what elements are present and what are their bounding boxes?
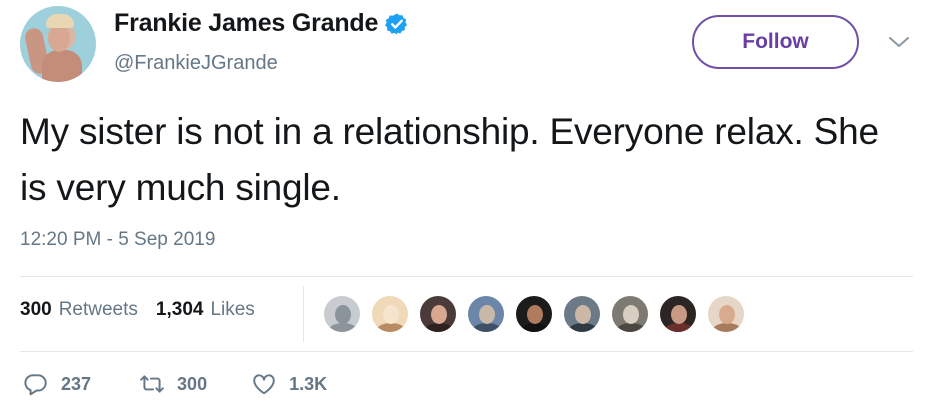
liker-avatar-shoulders (520, 323, 550, 332)
liker-avatar[interactable] (562, 294, 602, 334)
retweets-label[interactable]: Retweets (59, 299, 138, 321)
retweet-button[interactable]: 300 (139, 371, 207, 397)
action-bar: 237 300 1.3K (23, 371, 327, 397)
liker-avatar[interactable] (514, 294, 554, 334)
liker-avatar[interactable] (370, 294, 410, 334)
liker-avatar-face (479, 305, 495, 324)
follow-button[interactable]: Follow (692, 15, 859, 69)
retweet-icon (140, 375, 164, 393)
engagement-stats: 300 Retweets 1,304 Likes (20, 299, 255, 321)
liker-avatar-face (719, 305, 735, 324)
display-name[interactable]: Frankie James Grande (114, 9, 378, 38)
liker-avatar-face (623, 305, 639, 324)
liker-avatar-shoulders (616, 323, 646, 332)
chevron-down-icon[interactable] (887, 34, 911, 50)
divider (20, 276, 913, 277)
liker-avatar-face (431, 305, 447, 324)
liker-avatar[interactable] (322, 294, 362, 334)
liker-avatar[interactable] (466, 294, 506, 334)
liker-avatar-face (527, 305, 543, 324)
liker-avatar-shoulders (664, 323, 694, 332)
tweet-card: Frankie James Grande @FrankieJGrande Fol… (0, 0, 940, 414)
avatar-face (48, 24, 70, 52)
liker-avatar-face (575, 305, 591, 324)
liker-avatar[interactable] (658, 294, 698, 334)
liker-avatar-shoulders (472, 323, 502, 332)
liker-avatar-shoulders (376, 323, 406, 332)
retweets-count[interactable]: 300 (20, 299, 52, 321)
liker-avatar[interactable] (706, 294, 746, 334)
likes-label[interactable]: Likes (210, 299, 254, 321)
name-row: Frankie James Grande (114, 9, 409, 38)
reply-count: 237 (61, 373, 92, 394)
like-count: 1.3K (289, 373, 328, 394)
avatar[interactable] (20, 6, 96, 82)
like-button[interactable]: 1.3K (251, 371, 327, 397)
tweet-text: My sister is not in a relationship. Ever… (20, 111, 879, 208)
liker-avatar-shoulders (712, 323, 742, 332)
avatar-body (42, 50, 82, 82)
liker-avatar-face (383, 305, 399, 324)
handle[interactable]: @FrankieJGrande (114, 52, 278, 75)
reply-icon (24, 374, 47, 396)
liker-avatar[interactable] (418, 294, 458, 334)
avatar-hair (46, 14, 74, 28)
liker-avatar-shoulders (328, 323, 358, 332)
verified-badge-icon (385, 13, 408, 34)
liker-avatars (322, 294, 754, 334)
liker-avatar-shoulders (424, 323, 454, 332)
likes-count[interactable]: 1,304 (156, 299, 204, 321)
liker-avatar-face (671, 305, 687, 324)
liker-avatar[interactable] (610, 294, 650, 334)
stats-separator (303, 286, 304, 342)
tweet-timestamp[interactable]: 12:20 PM - 5 Sep 2019 (20, 229, 215, 251)
retweet-count: 300 (177, 373, 208, 394)
divider (20, 351, 913, 352)
liker-avatar-shoulders (568, 323, 598, 332)
reply-button[interactable]: 237 (23, 371, 91, 397)
heart-icon (253, 374, 275, 395)
liker-avatar-face (335, 305, 351, 324)
